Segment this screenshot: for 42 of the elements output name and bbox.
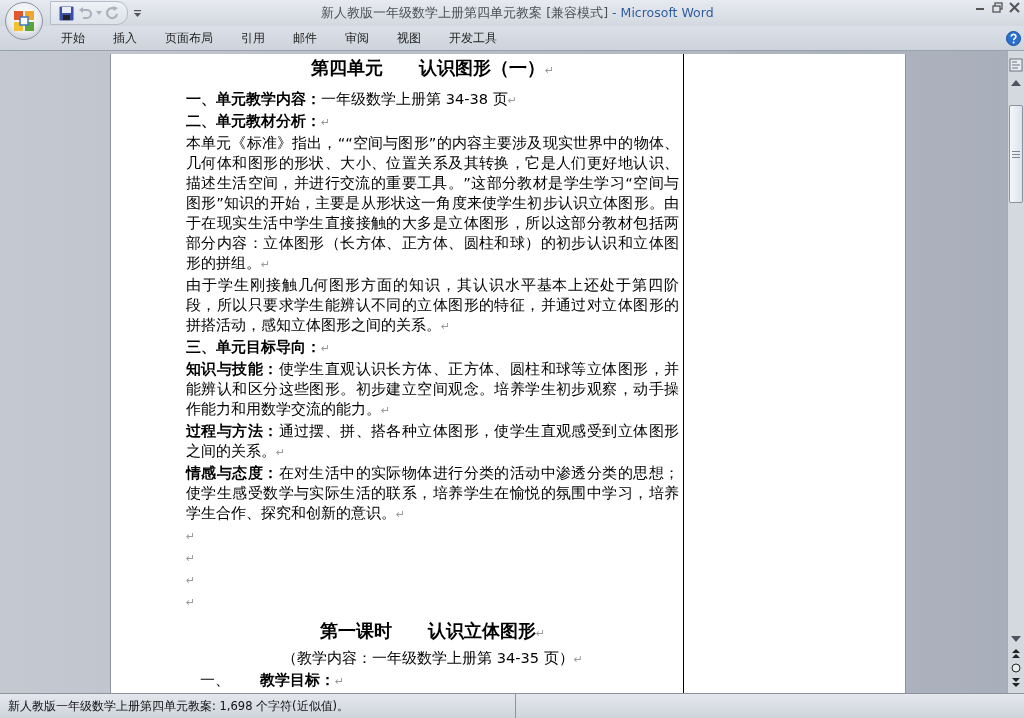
paragraph: 一、 教学目标：↵ <box>199 670 346 690</box>
ruler-toggle-icon[interactable] <box>1009 57 1023 73</box>
paragraph: 一、单元教学内容：一年级数学上册第 34-38 页↵ <box>186 89 518 109</box>
app-name: - Microsoft Word <box>612 4 714 20</box>
paragraph: 本单元《标准》指出，““空间与图形”的内容主要涉及现实世界中的物体、几何体和图形的形状、大小、位置关系及其转换，它是人们更好地认识、描述生活空间，并进行交流的重要工具。”这部分教材是学生学习“空间与图形”知识的开始，主要是从形状这一角度来使学生初步认识立体图形。由于在现实生活中学生直接接触的大多是立体图形，所以这部分教材包括两部分内容：立体图形（长方体、正方体、圆柱和球）的初步认识和立体图形的拼组。↵ <box>186 133 679 273</box>
office-logo-icon <box>13 10 35 32</box>
paragraph: 情感与态度：在对生活中的实际物体进行分类的活动中渗透分类的思想；使学生感受数学与实际生活的联系，培养学生在愉悦的氛围中学习，培养学生合作、探究和创新的意识。↵ <box>186 463 679 523</box>
paragraph-mark: ↵ <box>186 529 197 545</box>
scroll-up-icon[interactable] <box>1011 79 1021 87</box>
ribbon-tab[interactable]: 开发工具 <box>435 26 511 50</box>
close-icon[interactable] <box>1009 2 1020 13</box>
save-icon[interactable] <box>59 5 74 21</box>
paragraph-mark: ↵ <box>186 573 197 589</box>
previous-page-icon[interactable] <box>1012 649 1020 658</box>
ribbon-tab[interactable]: 开始 <box>47 26 99 50</box>
next-page-icon[interactable] <box>1012 678 1020 687</box>
scroll-down-icon[interactable] <box>1011 635 1021 643</box>
paragraph: （教学内容：一年级数学上册第 34-35 页）↵ <box>281 648 584 668</box>
paragraph-mark: ↵ <box>186 551 197 567</box>
status-text: 新人教版一年级数学上册第四单元教案: 1,698 个字符(近似值)。 <box>8 698 350 714</box>
paragraph: 知识与技能：使学生直观认识长方体、正方体、圆柱和球等立体图形，并能辨认和区分这些图形。初步建立空间观念。培养学生初步观察，动手操作能力和用数学交流的能力。↵ <box>186 359 679 419</box>
ribbon-tab[interactable]: 审阅 <box>331 26 383 50</box>
paragraph-mark: ↵ <box>186 595 197 611</box>
ribbon-tab[interactable]: 视图 <box>383 26 435 50</box>
browse-object-icon[interactable] <box>1011 663 1021 673</box>
help-icon[interactable] <box>1006 30 1021 46</box>
office-button[interactable] <box>5 2 43 40</box>
document-heading: 第四单元 认识图形（一）↵ <box>309 56 556 80</box>
scrollbar-thumb[interactable] <box>1009 105 1023 203</box>
restore-icon[interactable] <box>992 2 1003 13</box>
customize-caret-icon[interactable] <box>134 9 141 17</box>
ribbon-tab[interactable]: 邮件 <box>279 26 331 50</box>
document-heading: 第一课时 认识立体图形↵ <box>318 619 547 643</box>
ribbon-tab[interactable]: 插入 <box>99 26 151 50</box>
window-title: 新人教版一年级数学上册第四单元教案 [兼容模式] <box>321 4 609 20</box>
paragraph: 三、单元目标导向：↵ <box>186 337 332 357</box>
ribbon-tab[interactable]: 页面布局 <box>151 26 227 50</box>
grip-icon <box>1012 150 1020 158</box>
ribbon-tab[interactable]: 引用 <box>227 26 279 50</box>
paragraph: 由于学生刚接触几何图形方面的知识，其认识水平基本上还处于第四阶段，所以只要求学生能辨认不同的立体图形的特征，并通过对立体图形的拼搭活动，感知立体图形之间的关系。↵ <box>186 275 679 335</box>
paragraph: 过程与方法：通过摆、拼、搭各种立体图形，使学生直观感受到立体图形之间的关系。↵ <box>186 421 679 461</box>
paragraph: 二、单元教材分析：↵ <box>186 111 332 131</box>
